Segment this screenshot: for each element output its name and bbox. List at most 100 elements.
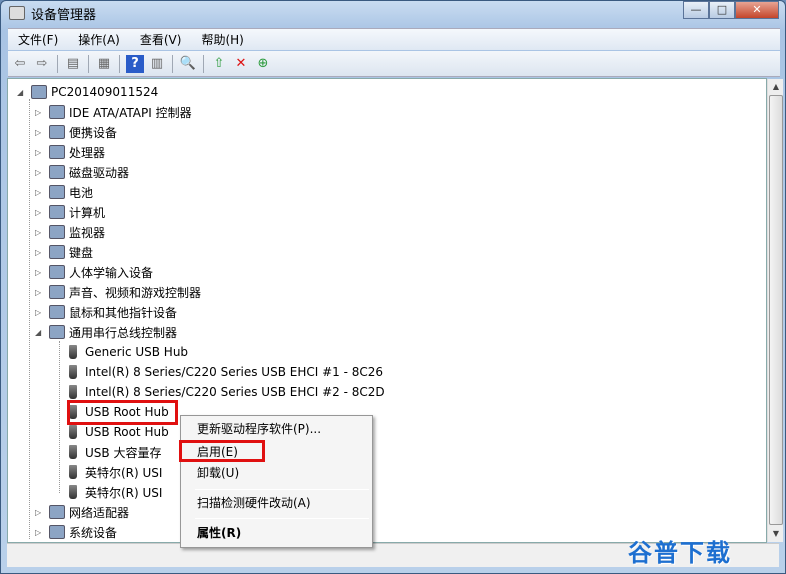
usb-device-icon	[69, 345, 77, 359]
help-icon[interactable]: ?	[126, 54, 144, 73]
tree-item-label: 键盘	[69, 245, 94, 260]
show-hide-tree-icon[interactable]: ▤	[64, 55, 82, 73]
menu-bar: 文件(F) 操作(A) 查看(V) 帮助(H)	[8, 28, 780, 50]
scroll-thumb[interactable]	[769, 95, 783, 525]
tree-item-label: USB 大容量存	[85, 445, 162, 460]
tree-item-label: Intel(R) 8 Series/C220 Series USB EHCI #…	[85, 365, 384, 379]
tree-item-label: 处理器	[69, 145, 106, 160]
expander-icon[interactable]: ▷	[35, 168, 41, 177]
menu-action[interactable]: 操作(A)	[68, 31, 130, 48]
expander-icon[interactable]: ▷	[35, 268, 41, 277]
tree-item-label: 电池	[69, 185, 94, 200]
tree-usb-device[interactable]: USB Root Hub	[65, 422, 169, 442]
usb-device-icon	[69, 445, 77, 459]
highlight-usb-root-hub	[67, 400, 178, 425]
disable-device-icon[interactable]: ✕	[232, 55, 250, 73]
expander-icon[interactable]: ▷	[35, 108, 41, 117]
forward-icon[interactable]: ⇨	[33, 55, 51, 73]
device-category-icon	[49, 505, 65, 519]
tree-category[interactable]: ▷ 声音、视频和游戏控制器	[35, 282, 202, 302]
tree-usb-device[interactable]: Generic USB Hub	[65, 342, 188, 362]
tree-item-label: 通用串行总线控制器	[69, 325, 178, 340]
window-title: 设备管理器	[31, 7, 97, 23]
expander-icon[interactable]: ▷	[35, 208, 41, 217]
tree-category[interactable]: ▷ 人体学输入设备	[35, 262, 153, 282]
device-category-icon	[49, 145, 65, 159]
usb-device-icon	[69, 385, 77, 399]
minimize-button[interactable]: —	[683, 1, 709, 19]
vertical-scrollbar[interactable]: ▲ ▼	[767, 79, 783, 542]
properties-icon[interactable]: ▦	[95, 55, 113, 73]
menu-help[interactable]: 帮助(H)	[191, 31, 253, 48]
menu-item-scan[interactable]: 扫描检测硬件改动(A)	[197, 493, 311, 513]
maximize-button[interactable]: □	[709, 1, 735, 19]
menu-item-update-driver[interactable]: 更新驱动程序软件(P)...	[197, 419, 321, 439]
expander-icon[interactable]: ▷	[35, 528, 41, 537]
menu-file[interactable]: 文件(F)	[8, 31, 68, 48]
tree-item-label: USB Root Hub	[85, 425, 169, 439]
watermark: 谷普下载	[628, 539, 732, 567]
tree-category[interactable]: ▷ IDE ATA/ATAPI 控制器	[35, 102, 192, 122]
tree-item-label: 便携设备	[69, 125, 118, 140]
tree-category[interactable]: ▷ 系统设备	[35, 522, 118, 542]
context-menu: 更新驱动程序软件(P)... 启用(E) 卸载(U) 扫描检测硬件改动(A) 属…	[180, 415, 373, 548]
expander-icon[interactable]: ▷	[35, 228, 41, 237]
toolbar: ⇦ ⇨ ▤ ▦ ? ▥ 🔍 ⇧ ✕ ⊕	[8, 51, 780, 77]
expander-icon[interactable]: ◢	[35, 328, 41, 337]
menu-view[interactable]: 查看(V)	[130, 31, 192, 48]
tree-category[interactable]: ▷ 处理器	[35, 142, 106, 162]
expander-icon[interactable]: ▷	[35, 248, 41, 257]
tree-usb-device[interactable]: Intel(R) 8 Series/C220 Series USB EHCI #…	[65, 362, 383, 382]
device-category-icon	[49, 105, 65, 119]
tree-item-label: PC201409011524	[51, 85, 159, 99]
update-driver-icon[interactable]: ⇧	[210, 55, 228, 73]
tree-item-label: IDE ATA/ATAPI 控制器	[69, 105, 192, 120]
tree-category[interactable]: ▷ 计算机	[35, 202, 106, 222]
menu-item-uninstall[interactable]: 卸载(U)	[197, 463, 239, 483]
tree-category[interactable]: ▷ 键盘	[35, 242, 94, 262]
tree-category[interactable]: ▷ 便携设备	[35, 122, 118, 142]
device-category-icon	[49, 165, 65, 179]
device-category-icon	[49, 245, 65, 259]
back-icon[interactable]: ⇦	[11, 55, 29, 73]
expander-icon[interactable]: ▷	[35, 128, 41, 137]
menu-item-properties[interactable]: 属性(R)	[197, 523, 241, 543]
scan-hardware-icon[interactable]: 🔍	[179, 55, 197, 73]
enable-device-icon[interactable]: ⊕	[254, 55, 272, 73]
title-bar: 设备管理器	[9, 4, 97, 23]
expander-icon[interactable]: ▷	[35, 508, 41, 517]
device-category-icon	[49, 185, 65, 199]
usb-device-icon	[69, 365, 77, 379]
tree-item-label: 磁盘驱动器	[69, 165, 130, 180]
action-pane-icon[interactable]: ▥	[148, 55, 166, 73]
tree-item-label: 系统设备	[69, 525, 118, 540]
tree-usb-device[interactable]: 英特尔(R) USI	[65, 482, 162, 502]
device-category-icon	[49, 325, 65, 339]
expander-icon[interactable]: ▷	[35, 308, 41, 317]
tree-category[interactable]: ▷ 磁盘驱动器	[35, 162, 130, 182]
device-manager-icon	[9, 6, 25, 20]
tree-category[interactable]: ◢ 通用串行总线控制器	[35, 322, 178, 342]
scroll-up-icon[interactable]: ▲	[768, 79, 784, 95]
tree-category[interactable]: ▷ 电池	[35, 182, 94, 202]
expander-icon[interactable]: ▷	[35, 288, 41, 297]
tree-root[interactable]: ◢ PC201409011524	[17, 82, 159, 102]
tree-item-label: 英特尔(R) USI	[85, 465, 163, 480]
tree-category[interactable]: ▷ 网络适配器	[35, 502, 129, 522]
tree-usb-device[interactable]: Intel(R) 8 Series/C220 Series USB EHCI #…	[65, 382, 385, 402]
scroll-down-icon[interactable]: ▼	[768, 526, 784, 542]
expander-icon[interactable]: ▷	[35, 188, 41, 197]
device-category-icon	[49, 225, 65, 239]
tree-category[interactable]: ▷ 监视器	[35, 222, 106, 242]
tree-item-label: 声音、视频和游戏控制器	[69, 285, 202, 300]
close-button[interactable]: ✕	[735, 1, 779, 19]
tree-item-label: 监视器	[69, 225, 106, 240]
tree-item-label: 计算机	[69, 205, 106, 220]
device-category-icon	[49, 265, 65, 279]
tree-usb-device[interactable]: 英特尔(R) USI	[65, 462, 162, 482]
expander-icon[interactable]: ◢	[17, 88, 23, 97]
expander-icon[interactable]: ▷	[35, 148, 41, 157]
device-category-icon	[49, 205, 65, 219]
tree-usb-device[interactable]: USB 大容量存	[65, 442, 161, 462]
tree-category[interactable]: ▷ 鼠标和其他指针设备	[35, 302, 177, 322]
